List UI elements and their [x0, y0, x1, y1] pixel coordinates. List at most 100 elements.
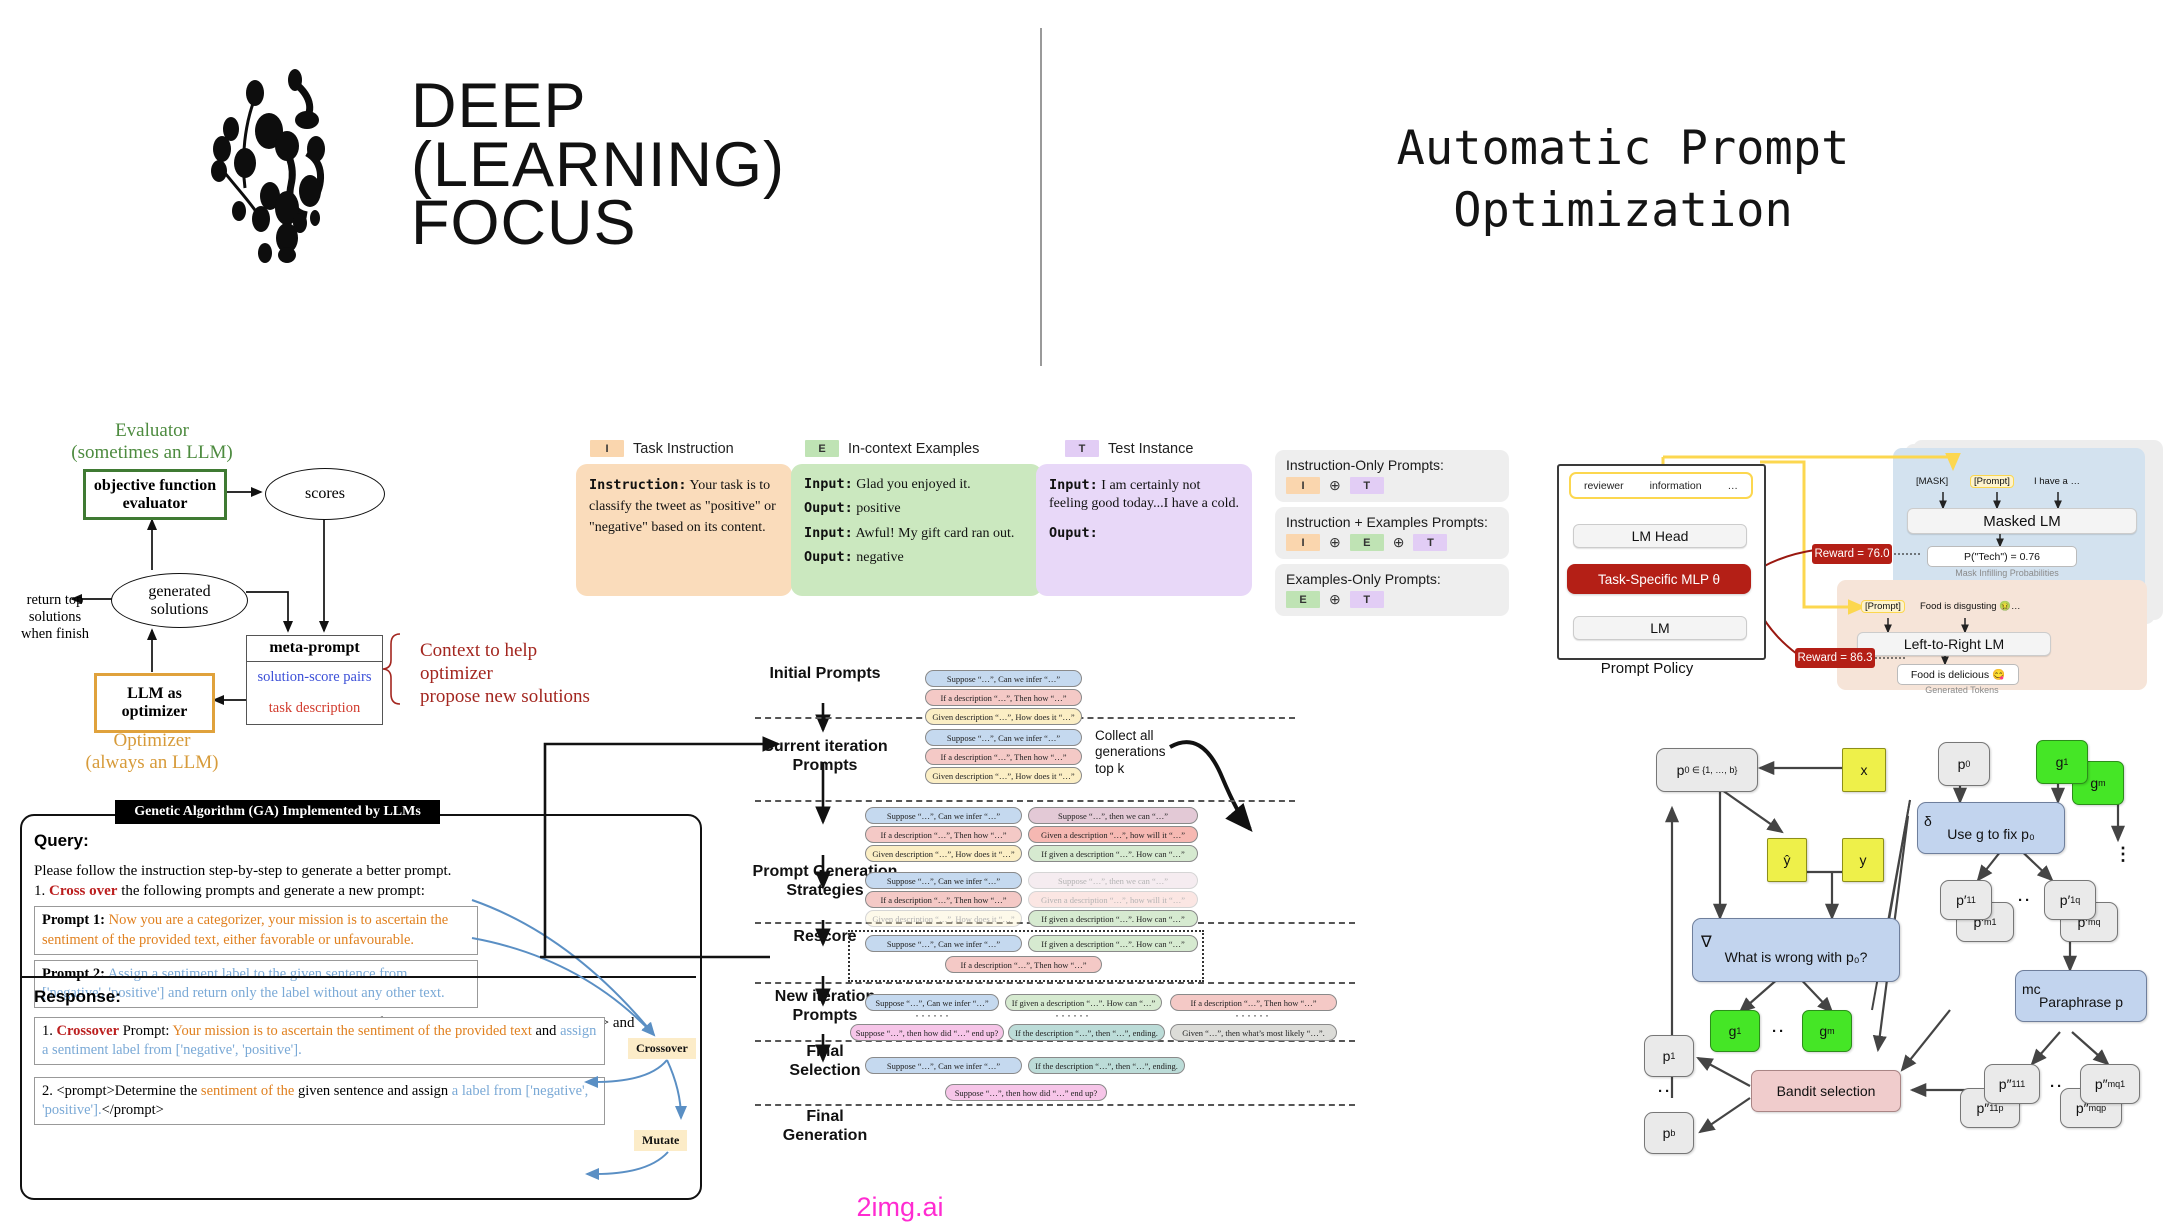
examples-header-label: In-context Examples [848, 440, 980, 457]
objective-function-evaluator-box: objective function evaluator [83, 469, 227, 520]
ellipsis: ······ [1235, 1008, 1271, 1022]
ga-prompt-1-label: Prompt 1: [42, 912, 105, 929]
node-p-dprime-mq1: p″ mq1 [2080, 1064, 2140, 1104]
pill-prompt: Suppose “…”, then how did “…” end up? [945, 1084, 1107, 1101]
ga-response-2-box: 2. <prompt>Determine the sentiment of th… [34, 1077, 605, 1126]
combo-label: Instruction-Only Prompts: [1286, 457, 1444, 473]
page-title-line-2: Optimization [1453, 183, 1793, 239]
pill-prompt: If given a description “…”. How can “…” [1028, 845, 1198, 862]
mc-symbol: mc [2022, 981, 2041, 997]
plus-icon: ⊕ [1329, 477, 1341, 493]
examples-header: E In-context Examples [805, 440, 979, 457]
pill-prompt: Suppose “…”, Can we infer “…” [865, 807, 1022, 824]
combo-instruction-examples: Instruction + Examples Prompts: I ⊕ E ⊕ … [1275, 507, 1509, 559]
prompt-components-group: I Task Instruction Instruction: Your tas… [560, 440, 1550, 640]
node-bandit-selection: Bandit selection [1751, 1070, 1901, 1112]
test-instance-header: T Test Instance [1065, 440, 1193, 457]
instruction-card: Instruction: Your task is to classify th… [576, 464, 792, 596]
ga-title-banner: Genetic Algorithm (GA) Implemented by LL… [115, 800, 440, 824]
reward-masked-badge: Reward = 76.0 [1812, 544, 1892, 564]
task-specific-mlp-block: Task-Specific MLP θ [1567, 564, 1751, 594]
pill-prompt: Suppose “…”, then we can “…” [1028, 807, 1198, 824]
ellipsis: ······ [915, 1008, 951, 1022]
combo-chips: I ⊕ T [1286, 477, 1498, 494]
ga-response-section: Response: 1. Crossover Prompt: Your miss… [34, 986, 674, 1130]
pill-prompt: Suppose “…”, then how did “…” end up? [850, 1024, 1004, 1041]
meta-prompt-task-description: task description [268, 700, 361, 716]
iterative-prompt-flow-diagram: Initial Prompts Current iteration Prompt… [540, 665, 1550, 1222]
pill-prompt: Suppose “…”, Can we infer “…” [865, 872, 1022, 889]
meta-prompt-solution-score-pairs: solution-score pairs [257, 669, 372, 685]
pill-prompt: Suppose “…”, Can we infer “…” [925, 670, 1082, 687]
ga-crossover-tag: Crossover [628, 1038, 696, 1059]
combo-label: Examples-Only Prompts: [1286, 571, 1441, 587]
page-title: Automatic Prompt Optimization [1080, 118, 2166, 242]
node-p0: p0 [1938, 742, 1990, 786]
prompt-token-label-masked: [Prompt] [1970, 475, 2014, 488]
node-mc-paraphrase: mc Paraphrase p [2015, 970, 2147, 1022]
plus-icon: ⊕ [1329, 534, 1341, 550]
masked-context-label: I have a … [2034, 476, 2080, 487]
ga-step-1: 1. Cross over the following prompts and … [34, 883, 425, 900]
page-title-line-1: Automatic Prompt [1396, 121, 1850, 176]
node-yhat: ŷ [1767, 838, 1807, 882]
ga-crossover-keyword: Cross over [49, 883, 118, 900]
ga-response-1-box: 1. Crossover Prompt: Your mission is to … [34, 1016, 605, 1066]
node-p-prime-11: p′ 11 [1940, 880, 1992, 920]
pill-prompt: If given a description “…”. How can “…” [1028, 910, 1198, 927]
neural-network-logo-icon [211, 68, 325, 263]
ellipsis: ·· [2018, 892, 2032, 909]
pill-prompt: If the description “…”, then “…”, ending… [1028, 1057, 1185, 1074]
return-top-solutions-note: return top solutions when finish [20, 592, 90, 642]
pill-prompt: If a description “…”, Then how “…” [925, 748, 1082, 765]
flow-stage-current-iteration: Current iteration Prompts [762, 738, 888, 775]
plus-icon: ⊕ [1329, 591, 1341, 607]
node-gm-lower: gm [1802, 1010, 1852, 1052]
instruction-header: I Task Instruction [590, 440, 734, 457]
header-divider [1040, 28, 1042, 366]
pill-prompt: If a description “…”, Then how “…” [925, 689, 1082, 706]
plus-icon: ⊕ [1392, 534, 1405, 550]
combo-chip-e-icon: E [1286, 591, 1320, 608]
example-row: Ouput: negative [804, 549, 904, 566]
test-instance-header-label: Test Instance [1108, 440, 1194, 457]
mask-infilling-caption: Mask Infilling Probabilities [1955, 568, 2059, 578]
meta-prompt-title: meta-prompt [247, 636, 382, 662]
header: DEEP (LEARNING) FOCUS Automatic Prompt O… [0, 0, 2166, 382]
logo-line-3: FOCUS [411, 188, 637, 259]
combo-chip-i-icon: I [1286, 477, 1320, 494]
delta-text: Use g to fix p₀ [1947, 826, 2035, 842]
node-p1: p1 [1644, 1035, 1694, 1077]
pill-prompt: If a description “…”, Then how “…” [865, 891, 1022, 908]
ellipsis: ······ [1055, 1008, 1091, 1022]
generated-tokens-caption: Generated Tokens [1925, 685, 1999, 695]
combo-chip-t-icon: T [1349, 477, 1384, 494]
ellipsis: ·· [1658, 1083, 1672, 1100]
combo-chip-t-icon: T [1349, 591, 1384, 608]
generated-tokens-output: Food is delicious 😋 [1897, 664, 2019, 685]
pill-prompt: Given a description “…”, how will it “…” [1028, 826, 1198, 843]
ga-response-crossover-keyword: Crossover [56, 1022, 120, 1039]
left-to-right-lm-block: Left-to-Right LM [1857, 632, 2051, 656]
logo-line-2: (LEARNING) [411, 129, 786, 200]
gradient-symbol: ∇ [1701, 934, 1712, 951]
combo-chip-i-icon: I [1286, 534, 1320, 551]
masked-lm-block: Masked LM [1907, 508, 2137, 534]
ga-prompt-2-label: Prompt 2: [42, 965, 105, 982]
ga-query-intro: Please follow the instruction step-by-st… [34, 862, 452, 879]
node-p0-set: p0 ∈ {1, …, b} [1656, 748, 1758, 792]
l2r-context-label: Food is disgusting 🤢… [1920, 601, 2021, 612]
token-ellipsis: … [1727, 479, 1739, 492]
node-gradient: ∇ What is wrong with p₀? [1692, 918, 1900, 982]
pill-prompt: Given a description “…”, how will it “…” [1028, 891, 1198, 908]
meta-prompt-box: meta-prompt solution-score pairs task de… [246, 635, 383, 725]
pill-prompt: Suppose “…”, Can we infer “…” [865, 935, 1022, 952]
node-delta: δ Use g to fix p₀ [1917, 802, 2065, 854]
prompt-optimization-graph: p0 ∈ {1, …, b} x ŷ y ∇ What is wrong wit… [1620, 720, 2166, 1216]
node-y: y [1842, 838, 1884, 882]
combo-examples-only: Examples-Only Prompts: E ⊕ T [1275, 564, 1509, 616]
combo-instruction-only: Instruction-Only Prompts: I ⊕ T [1275, 450, 1509, 502]
brand-logo: DEEP (LEARNING) FOCUS [195, 50, 895, 280]
mc-text: Paraphrase p [2038, 994, 2124, 1010]
ellipsis-vertical: ⋮ [2114, 844, 2134, 864]
